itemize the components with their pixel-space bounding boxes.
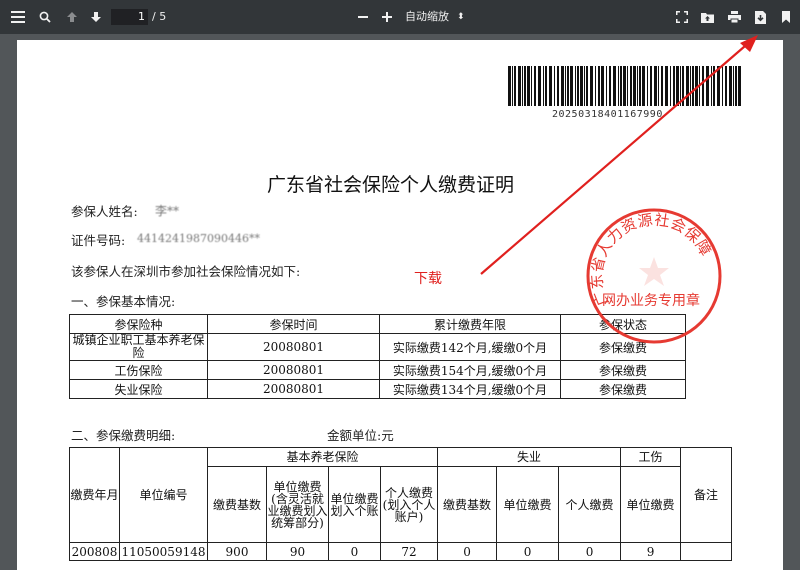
download-annotation-label: 下载 — [414, 271, 442, 287]
document-content: 20250318401167990 广东省社会保险个人缴费证明 参保人姓名: 李… — [0, 0, 800, 561]
annotation-arrow — [480, 35, 758, 275]
